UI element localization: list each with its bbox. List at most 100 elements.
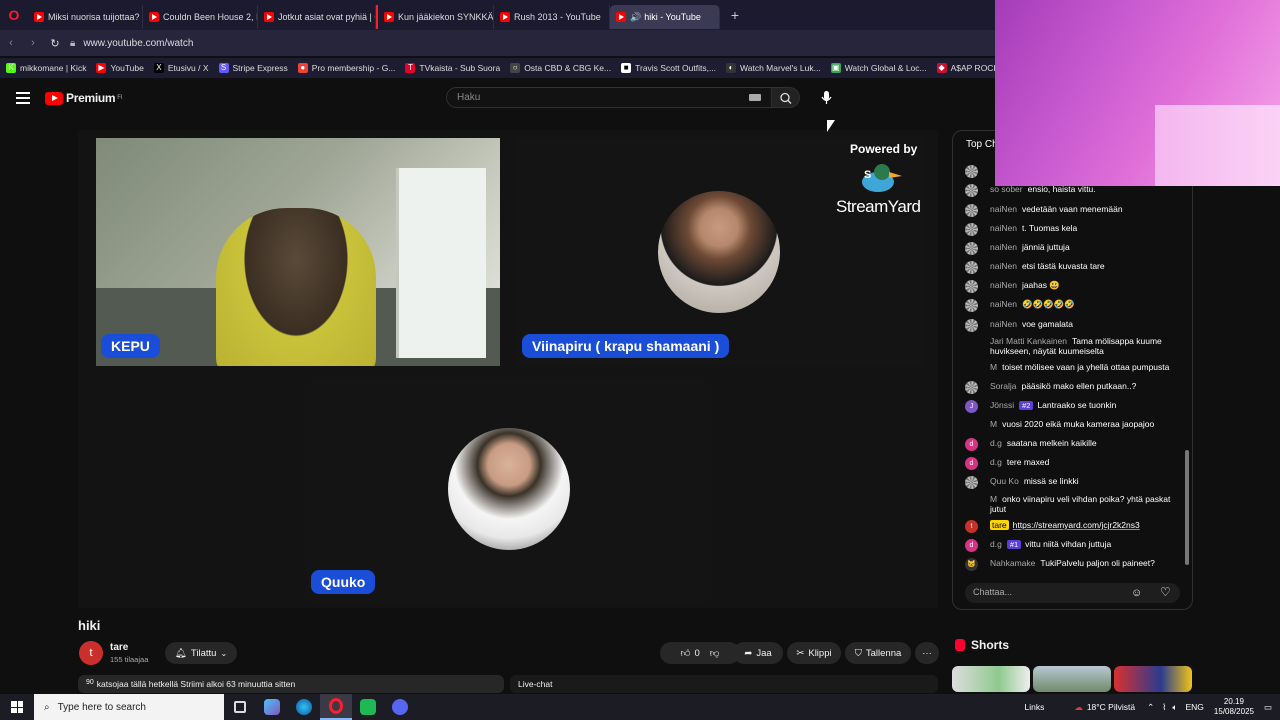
chat-author[interactable]: d.g: [990, 539, 1002, 549]
bookmark-item[interactable]: ▣ Watch Global & Loc...: [830, 63, 927, 73]
emoji-icon[interactable]: ☺: [1131, 587, 1142, 599]
chat-author[interactable]: M: [990, 494, 997, 504]
youtube-logo[interactable]: Premium FI: [45, 91, 123, 105]
user-avatar-icon[interactable]: [965, 165, 978, 178]
user-avatar-icon[interactable]: [965, 419, 978, 432]
user-avatar-icon[interactable]: [965, 242, 978, 255]
short-thumbnail[interactable]: [952, 666, 1030, 692]
chat-author[interactable]: naiNen: [990, 280, 1017, 290]
user-avatar-icon[interactable]: [965, 336, 978, 349]
tab[interactable]: Jotkut asiat ovat pyhiä | O: [258, 5, 376, 29]
new-tab-button[interactable]: +: [726, 6, 744, 24]
weather-text[interactable]: 18°C Pilvistä: [1087, 702, 1135, 712]
live-chat-tab[interactable]: Live-chat: [510, 675, 938, 693]
short-thumbnail[interactable]: [1033, 666, 1111, 692]
user-avatar-icon[interactable]: [965, 261, 978, 274]
chat-author[interactable]: Nahkamake: [990, 558, 1035, 568]
url-field[interactable]: www.youtube.com/watch: [83, 38, 193, 49]
user-avatar[interactable]: d: [965, 457, 978, 470]
chat-author[interactable]: Quu Ko: [990, 476, 1019, 486]
chat-author[interactable]: naiNen: [990, 261, 1017, 271]
dislike-icon[interactable]: 👎︎: [710, 647, 720, 659]
channel-avatar[interactable]: t: [79, 641, 103, 665]
discord-icon[interactable]: [384, 694, 416, 720]
app-icon[interactable]: [256, 694, 288, 720]
notification-icon[interactable]: ▭: [1264, 702, 1272, 713]
chat-message[interactable]: naiNen vedetään vaan menemään: [965, 204, 1180, 217]
user-avatar[interactable]: t: [965, 520, 978, 533]
bookmark-item[interactable]: ◐ Watch Marvel's Luk...: [726, 63, 821, 73]
chat-author[interactable]: Soralja: [990, 381, 1016, 391]
clock[interactable]: 20.19 15/08/2025: [1214, 697, 1254, 717]
forward-icon[interactable]: ›: [22, 37, 44, 49]
start-button[interactable]: [0, 694, 34, 720]
chat-message[interactable]: naiNen jänniä juttuja: [965, 242, 1180, 255]
lock-icon[interactable]: 🔒︎: [70, 38, 75, 49]
tab[interactable]: Kun jääkiekon SYNKKÄ S: [376, 5, 494, 29]
bookmark-item[interactable]: ▶ YouTube: [96, 63, 144, 73]
menu-icon[interactable]: [16, 92, 30, 107]
user-avatar[interactable]: d: [965, 438, 978, 451]
task-view-icon[interactable]: [224, 694, 256, 720]
user-avatar-icon[interactable]: [965, 223, 978, 236]
edge-icon[interactable]: [288, 694, 320, 720]
back-icon[interactable]: ‹: [0, 37, 22, 49]
chat-author[interactable]: d.g: [990, 457, 1002, 467]
cat-avatar-icon[interactable]: 🐱: [965, 558, 978, 571]
search-button[interactable]: [772, 87, 800, 108]
tab[interactable]: Miksi nuorisa tuijottaa? |: [28, 5, 143, 29]
chat-author[interactable]: M: [990, 419, 997, 429]
user-avatar[interactable]: d: [965, 539, 978, 552]
chat-message[interactable]: naiNen 🤣🤣🤣🤣🤣: [965, 299, 1180, 312]
chat-message[interactable]: Quu Ko missä se linkki: [965, 476, 1180, 489]
links-toolbar[interactable]: Links: [1024, 702, 1044, 712]
bookmark-item[interactable]: ○ Osta CBD & CBG Ke...: [510, 63, 611, 73]
chat-message[interactable]: naiNen etsi tästä kuvasta tare: [965, 261, 1180, 274]
tab-active[interactable]: 🔊 hiki - YouTube: [610, 5, 720, 29]
like-dislike-button[interactable]: 👍︎ 0 👎︎: [660, 642, 740, 664]
chat-link[interactable]: https://streamyard.com/jcjr2k2ns3: [1013, 520, 1140, 530]
chat-header[interactable]: Top Ch: [966, 139, 998, 150]
keyboard-icon[interactable]: [749, 94, 761, 101]
chat-author[interactable]: naiNen: [990, 223, 1017, 233]
bookmark-item[interactable]: ■ Travis Scott Outfits,...: [621, 63, 716, 73]
chat-author[interactable]: d.g: [990, 438, 1002, 448]
clip-button[interactable]: ✂ Klippi: [787, 642, 841, 664]
user-avatar-icon[interactable]: [965, 494, 978, 507]
volume-icon[interactable]: 🔈︎: [1172, 702, 1177, 713]
opera-logo-icon[interactable]: O: [0, 0, 28, 30]
chevron-up-icon[interactable]: ⌃: [1147, 702, 1154, 713]
network-icon[interactable]: ⌇: [1162, 702, 1166, 713]
chat-message[interactable]: Soralja pääsikö mako ellen putkaan..?: [965, 381, 1180, 394]
user-avatar-icon[interactable]: [965, 184, 978, 197]
user-avatar-icon[interactable]: [965, 280, 978, 293]
mic-button[interactable]: [814, 87, 838, 108]
language-indicator[interactable]: ENG: [1186, 702, 1204, 712]
description-box[interactable]: 90 katsojaa tällä hetkellä Striimi alkoi …: [78, 675, 504, 693]
chat-author[interactable]: naiNen: [990, 319, 1017, 329]
tab[interactable]: Couldn Been House 2, Ep: [143, 5, 258, 29]
search-input[interactable]: Haku: [446, 87, 772, 108]
chat-author[interactable]: naiNen: [990, 204, 1017, 214]
chat-input[interactable]: Chattaa...: [965, 583, 1180, 603]
chat-author[interactable]: Jönssi: [990, 400, 1014, 410]
save-button[interactable]: ⛉ Tallenna: [845, 642, 911, 664]
chat-message[interactable]: 🐱 Nahkamake TukiPalvelu paljon oli paineet…: [965, 558, 1180, 571]
chat-message[interactable]: d d.g #1 vittu niitä vihdan juttuja: [965, 539, 1180, 552]
chat-message[interactable]: Monko viinapiru veli vihdan poika? yhtä …: [965, 494, 1180, 514]
chat-message[interactable]: t tare https://streamyard.com/jcjr2k2ns3: [965, 520, 1180, 533]
bookmark-item[interactable]: Kmikkomane | Kick: [6, 63, 86, 73]
chat-message[interactable]: naiNen voe gamalata: [965, 319, 1180, 332]
chat-message[interactable]: d d.g saatana melkein kaikille: [965, 438, 1180, 451]
subscribed-button[interactable]: 🔔︎ Tilattu ⌄: [165, 642, 237, 664]
short-thumbnail[interactable]: [1114, 666, 1192, 692]
chat-message[interactable]: Mtoiset mölisee vaan ja yhellä ottaa pum…: [965, 362, 1180, 375]
reload-icon[interactable]: ↻: [44, 37, 66, 50]
like-icon[interactable]: 👍︎: [681, 647, 691, 659]
user-avatar[interactable]: J: [965, 400, 978, 413]
chat-message[interactable]: Mvuosi 2020 eikä muka kameraa jaopajoo: [965, 419, 1180, 432]
user-avatar-icon[interactable]: [965, 476, 978, 489]
bookmark-item[interactable]: T TVkaista - Sub Suora: [405, 63, 500, 73]
speaker-icon[interactable]: 🔊: [630, 12, 641, 23]
chat-author[interactable]: Jari Matti Kankainen: [990, 336, 1067, 346]
